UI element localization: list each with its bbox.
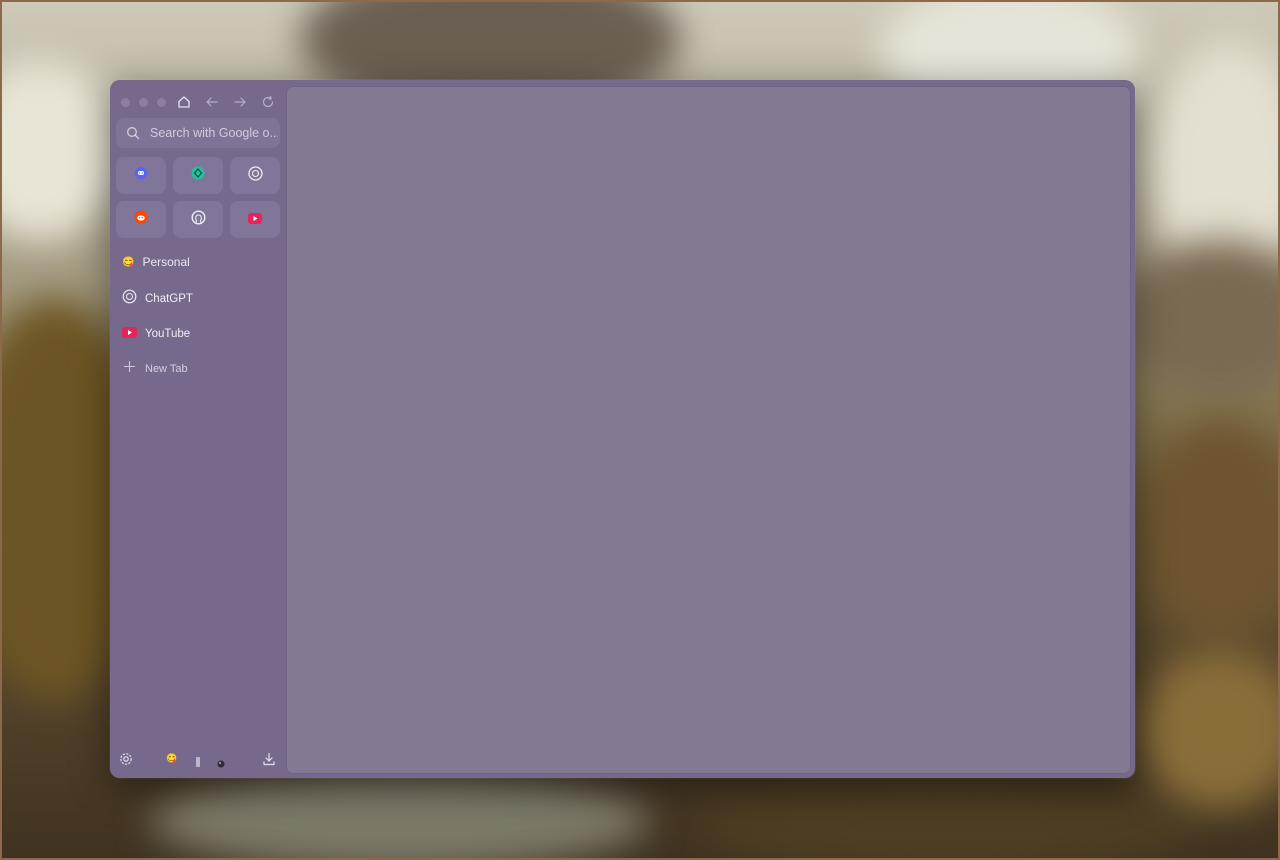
arrow-right-icon[interactable] [231, 93, 249, 111]
pinned-reddit[interactable] [116, 201, 166, 238]
web-content-area[interactable] [287, 87, 1130, 773]
download-icon[interactable] [262, 752, 276, 771]
sidebar-toolbar [110, 92, 286, 112]
tab-item-chatgpt[interactable]: ChatGPT [122, 289, 193, 309]
space-label: Personal [142, 255, 190, 269]
pinned-chatgpt[interactable] [230, 157, 280, 194]
address-search-bar[interactable] [116, 118, 280, 148]
github-icon [190, 209, 206, 230]
pinned-discord[interactable] [116, 157, 166, 194]
sidebar: 😋 Personal ChatGPT YouTube New Tab [110, 80, 286, 778]
maximize-window-button[interactable] [157, 98, 166, 107]
search-icon [126, 126, 140, 140]
space-emoji: 😋 [122, 256, 135, 268]
close-window-button[interactable] [121, 98, 130, 107]
tab-label: ChatGPT [145, 293, 193, 305]
openai-icon [122, 289, 137, 309]
pinned-perplexity[interactable] [173, 157, 223, 194]
tab-label: YouTube [145, 328, 191, 340]
browser-window: 😋 Personal ChatGPT YouTube New Tab [110, 80, 1135, 778]
openai-icon [247, 165, 263, 186]
tab-item-youtube[interactable]: YouTube [122, 325, 190, 343]
pinned-github[interactable] [173, 201, 223, 238]
pinned-youtube[interactable] [230, 201, 280, 238]
reload-icon[interactable] [259, 93, 277, 111]
discord-icon [134, 166, 148, 185]
new-tab-button[interactable]: New Tab [122, 360, 188, 378]
space-switcher-dot[interactable] [194, 754, 202, 772]
perplexity-icon [191, 166, 205, 185]
sidebar-footer: 😋 [110, 750, 286, 770]
space-header[interactable]: 😋 Personal [122, 254, 190, 270]
reddit-icon [134, 210, 148, 229]
new-tab-label: New Tab [145, 363, 188, 375]
space-switcher-personal[interactable]: 😋 [166, 753, 177, 764]
settings-icon[interactable] [119, 752, 133, 771]
arrow-left-icon[interactable] [203, 93, 221, 111]
home-icon[interactable] [175, 93, 193, 111]
space-switcher-dot[interactable] [217, 755, 225, 773]
plus-icon [122, 359, 137, 379]
youtube-icon [122, 325, 137, 343]
youtube-icon [248, 211, 262, 229]
search-input[interactable] [150, 118, 278, 148]
minimize-window-button[interactable] [139, 98, 148, 107]
